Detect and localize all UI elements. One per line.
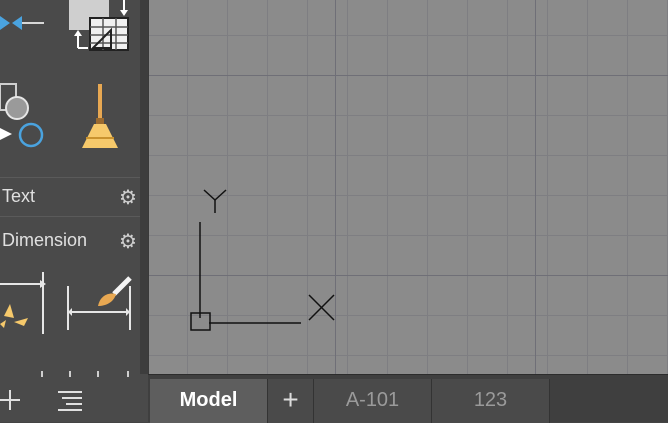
- add-layout-plus-icon[interactable]: +: [268, 379, 314, 423]
- tab-123[interactable]: 123: [432, 379, 550, 423]
- palette-list-menu-icon[interactable]: [56, 388, 84, 412]
- mirror-tool-icon[interactable]: [0, 6, 50, 42]
- section-dimension-label[interactable]: Dimension: [2, 230, 87, 251]
- purge-broom-icon[interactable]: [76, 82, 124, 150]
- add-palette-plus-icon[interactable]: [0, 388, 24, 412]
- tool-palette: Text ⚙ Dimension ⚙: [0, 0, 148, 422]
- layout-tab-bar: Model + A-101 123: [148, 374, 668, 423]
- section-text-label[interactable]: Text: [2, 186, 35, 207]
- ucs-icon: [190, 189, 335, 331]
- table-tool-icon[interactable]: [66, 0, 132, 54]
- text-settings-gear-icon[interactable]: ⚙: [118, 188, 138, 208]
- dimension-style-brush-icon[interactable]: [64, 272, 134, 334]
- section-divider: [0, 177, 140, 178]
- palette-scrollbar[interactable]: [140, 0, 148, 374]
- ruler-ticks: [40, 366, 140, 377]
- tab-a-101[interactable]: A-101: [314, 379, 432, 423]
- dimension-arrow-tool-icon[interactable]: [0, 268, 50, 338]
- dimension-settings-gear-icon[interactable]: ⚙: [118, 232, 138, 252]
- section-divider: [0, 216, 140, 217]
- drawing-canvas[interactable]: [148, 0, 668, 374]
- ucs-x-axis-glyph: [308, 294, 335, 321]
- tab-model[interactable]: Model: [150, 379, 268, 423]
- region-tool-icon[interactable]: [0, 82, 50, 150]
- ucs-y-axis-glyph: [203, 189, 227, 213]
